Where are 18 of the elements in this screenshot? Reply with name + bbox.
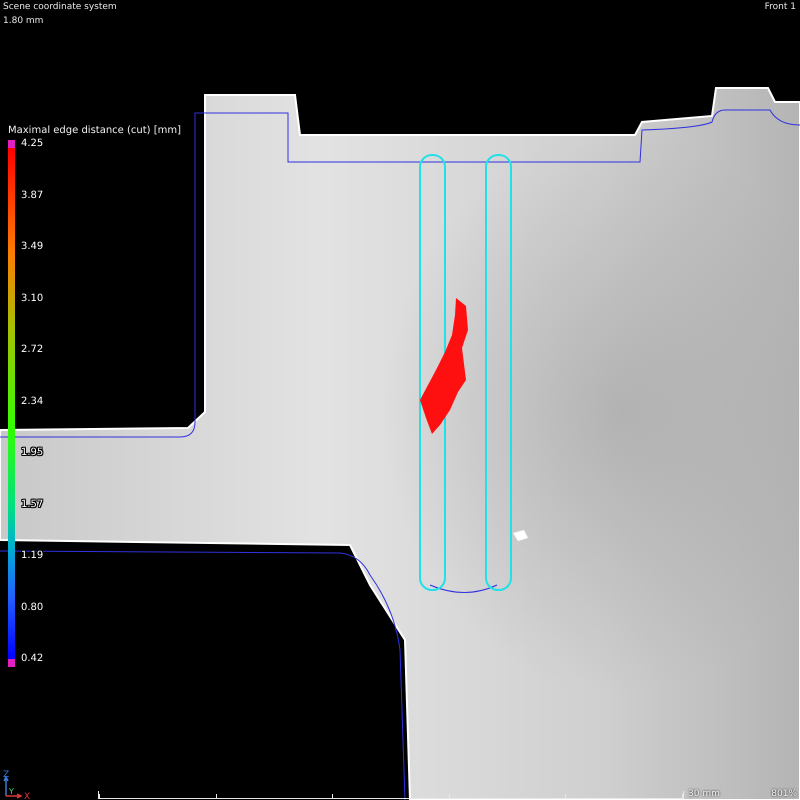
legend-value: 3.10 <box>21 292 44 304</box>
scale-label: 30 mm <box>688 789 720 799</box>
view-name: Front 1 <box>764 2 796 12</box>
inclusion-mark <box>513 530 528 541</box>
scale-value: 1.80 mm <box>3 16 44 26</box>
zoom-level: 801% <box>771 789 797 799</box>
legend-value: 1.19 <box>21 550 44 562</box>
legend-value: 3.49 <box>21 241 44 253</box>
legend-value: 2.72 <box>21 344 44 356</box>
coordinate-system-label: Scene coordinate system <box>3 2 117 12</box>
legend-value: 1.57 <box>21 498 44 510</box>
legend-value: 4.25 <box>21 138 44 150</box>
legend-value: 0.80 <box>21 602 44 614</box>
legend-value: 3.87 <box>21 190 44 202</box>
legend-value: 0.42 <box>21 653 44 665</box>
legend-title: Maximal edge distance (cut) [mm] <box>8 125 182 136</box>
legend-value: 2.34 <box>21 396 44 408</box>
legend-value: 1.95 <box>21 447 44 459</box>
